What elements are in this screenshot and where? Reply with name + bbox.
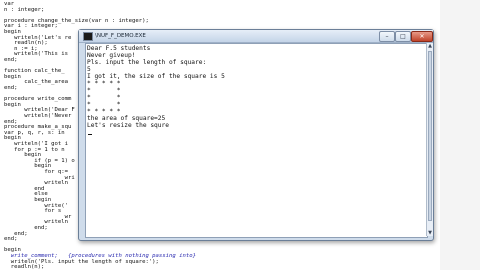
console-scrollbar[interactable]: ▲ ▼ xyxy=(426,43,433,236)
close-button[interactable]: ✕ xyxy=(411,31,433,42)
code-line: end; xyxy=(4,236,18,243)
console-line: * * * * * xyxy=(87,80,121,87)
console-line: * * xyxy=(87,94,121,101)
console-output[interactable]: Dear F.5 students Never giveup! Pls. input… xyxy=(85,43,428,238)
console-line: Never giveup! xyxy=(87,52,136,59)
maximize-button[interactable]: □ xyxy=(395,31,411,42)
scroll-up-arrow-icon[interactable]: ▲ xyxy=(427,43,433,49)
console-titlebar[interactable]: \NUF_F_DEMO.EXE – □ ✕ xyxy=(79,30,433,43)
text-cursor xyxy=(88,134,92,135)
minimize-button[interactable]: – xyxy=(379,31,395,42)
right-letterbox xyxy=(440,0,480,270)
console-line: 5 xyxy=(87,66,91,73)
console-app-icon xyxy=(83,32,93,41)
console-window[interactable]: \NUF_F_DEMO.EXE – □ ✕ Dear F.5 students N… xyxy=(78,29,434,241)
console-line: * * xyxy=(87,87,121,94)
console-line: * * xyxy=(87,101,121,108)
console-line: I got it, the size of the square is 5 xyxy=(87,73,225,80)
code-line: end; xyxy=(4,57,18,63)
console-title: \NUF_F_DEMO.EXE xyxy=(95,33,146,39)
scrollbar-thumb[interactable] xyxy=(428,51,432,221)
console-line: Let's resize the squre xyxy=(87,122,169,129)
scroll-down-arrow-icon[interactable]: ▼ xyxy=(427,230,433,236)
code-line: end; xyxy=(4,85,18,91)
console-line: Pls. input the length of square: xyxy=(87,59,207,66)
console-line: * * * * * xyxy=(87,108,121,115)
console-line: the area of square=25 xyxy=(87,115,166,122)
console-line: Dear F.5 students xyxy=(87,45,151,52)
code-line: readln(n); xyxy=(4,264,45,270)
code-line: n : integer; xyxy=(4,6,45,13)
